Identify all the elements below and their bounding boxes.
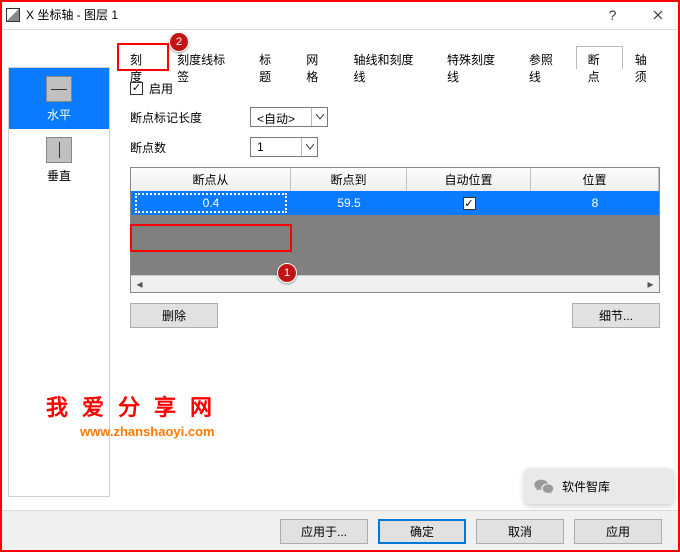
table-row[interactable]: 0.4 59.5 8 <box>131 191 659 215</box>
tab-reference-lines[interactable]: 参照线 <box>517 46 576 69</box>
delete-button[interactable]: 删除 <box>130 303 218 328</box>
tab-special-ticks[interactable]: 特殊刻度线 <box>435 46 517 69</box>
th-auto[interactable]: 自动位置 <box>407 168 531 191</box>
cell-from-value: 0.4 <box>203 196 220 210</box>
tab-grid[interactable]: 网格 <box>294 46 341 69</box>
tab-scale[interactable]: 刻度 <box>118 46 165 69</box>
annotation-badge-2: 2 <box>169 32 189 52</box>
table-actions: 删除 细节... <box>130 303 660 328</box>
scroll-right-icon[interactable]: ▸ <box>642 276 659 293</box>
tab-line-ticks[interactable]: 轴线和刻度线 <box>341 46 435 69</box>
axis-vertical-icon <box>46 137 72 163</box>
th-pos[interactable]: 位置 <box>531 168 659 191</box>
enable-checkbox[interactable] <box>130 82 143 95</box>
apply-to-button[interactable]: 应用于... <box>280 519 368 544</box>
window-icon <box>6 8 20 22</box>
count-combo[interactable]: 1 <box>250 137 318 157</box>
tab-title[interactable]: 标题 <box>247 46 294 69</box>
close-icon <box>653 10 663 20</box>
enable-label: 启用 <box>149 80 173 97</box>
table-header: 断点从 断点到 自动位置 位置 <box>131 168 659 191</box>
tip-text: 软件智库 <box>562 478 610 495</box>
breaks-panel: 启用 断点标记长度 <自动> 断点数 1 断点从 断点到 自动位置 位置 <box>130 80 660 328</box>
enable-row: 启用 <box>130 80 660 97</box>
chevron-down-icon <box>311 108 327 126</box>
tab-strip: 刻度 刻度线标签 标题 网格 轴线和刻度线 特殊刻度线 参照线 断点 轴须 <box>118 45 670 69</box>
mark-length-row: 断点标记长度 <自动> <box>130 107 660 127</box>
dialog-buttons: 应用于... 确定 取消 应用 <box>0 510 680 552</box>
ok-button[interactable]: 确定 <box>378 519 466 544</box>
titlebar: X 坐标轴 - 图层 1 ? <box>0 0 680 30</box>
axis-horizontal-icon <box>46 76 72 102</box>
details-button[interactable]: 细节... <box>572 303 660 328</box>
mark-length-combo[interactable]: <自动> <box>250 107 328 127</box>
sidebar-item-label: 垂直 <box>47 167 71 184</box>
cancel-button[interactable]: 取消 <box>476 519 564 544</box>
cell-pos[interactable]: 8 <box>531 196 659 210</box>
annotation-highlight-cell <box>130 224 292 252</box>
apply-button[interactable]: 应用 <box>574 519 662 544</box>
cell-from[interactable]: 0.4 <box>131 191 291 215</box>
horizontal-scrollbar[interactable]: ◂ ▸ <box>131 275 659 292</box>
sidebar-item-vertical[interactable]: 垂直 <box>9 129 109 190</box>
cell-auto[interactable] <box>407 196 531 210</box>
mark-length-label: 断点标记长度 <box>130 109 250 126</box>
help-button[interactable]: ? <box>590 0 635 30</box>
close-button[interactable] <box>635 0 680 30</box>
tab-breaks[interactable]: 断点 <box>576 46 623 69</box>
cell-to[interactable]: 59.5 <box>291 196 407 210</box>
content-area: 水平 垂直 刻度 刻度线标签 标题 网格 轴线和刻度线 特殊刻度线 参照线 断点… <box>0 30 680 508</box>
scroll-left-icon[interactable]: ◂ <box>131 276 148 293</box>
watermark-url: www.zhanshaoyi.com <box>80 424 215 439</box>
th-to[interactable]: 断点到 <box>291 168 407 191</box>
th-from[interactable]: 断点从 <box>131 168 291 191</box>
mark-length-value: <自动> <box>251 108 311 126</box>
sidebar-item-label: 水平 <box>47 106 71 123</box>
sidebar-item-horizontal[interactable]: 水平 <box>9 68 109 129</box>
auto-checkbox-icon <box>463 197 476 210</box>
chevron-down-icon <box>301 138 317 156</box>
count-label: 断点数 <box>130 139 250 156</box>
floating-tip: 软件智库 <box>524 468 674 504</box>
tab-rug[interactable]: 轴须 <box>623 46 670 69</box>
wechat-icon <box>534 478 554 494</box>
window-title: X 坐标轴 - 图层 1 <box>26 6 118 23</box>
count-value: 1 <box>251 138 301 156</box>
watermark-text: 我爱分享网 <box>46 390 226 422</box>
annotation-badge-1: 1 <box>277 263 297 283</box>
count-row: 断点数 1 <box>130 137 660 157</box>
